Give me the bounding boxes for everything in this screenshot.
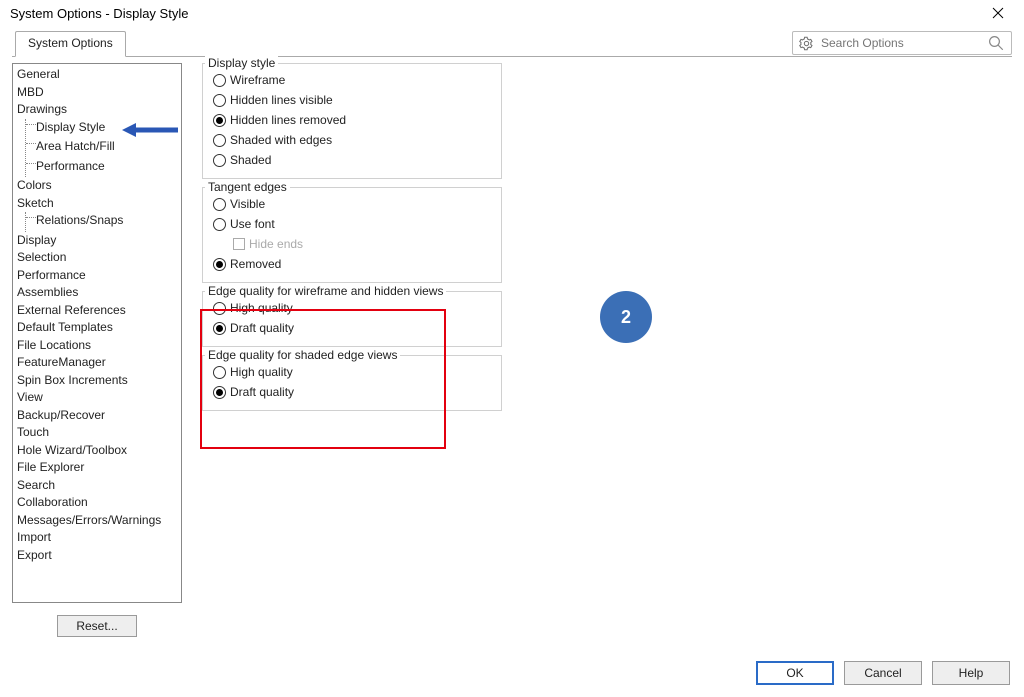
- reset-button[interactable]: Reset...: [57, 615, 137, 637]
- label-hide-ends: Hide ends: [249, 237, 303, 251]
- nav-file-locations[interactable]: File Locations: [17, 337, 179, 355]
- nav-mbd[interactable]: MBD: [17, 84, 179, 102]
- label-wire-high: High quality: [230, 301, 293, 315]
- cancel-button[interactable]: Cancel: [844, 661, 922, 685]
- radio-wire-high[interactable]: [213, 302, 226, 315]
- label-shaded-draft: Draft quality: [230, 385, 294, 399]
- label-shaded-high: High quality: [230, 365, 293, 379]
- nav-backup-recover[interactable]: Backup/Recover: [17, 407, 179, 425]
- search-options-field[interactable]: [792, 31, 1012, 55]
- label-hidden-removed: Hidden lines removed: [230, 113, 346, 127]
- group-edge-quality-shaded: Edge quality for shaded edge views High …: [202, 355, 502, 411]
- nav-performance[interactable]: Performance: [17, 267, 179, 285]
- nav-selection[interactable]: Selection: [17, 249, 179, 267]
- radio-shaded[interactable]: [213, 154, 226, 167]
- nav-spin-box[interactable]: Spin Box Increments: [17, 372, 179, 390]
- radio-tangent-removed[interactable]: [213, 258, 226, 271]
- radio-hidden-removed[interactable]: [213, 114, 226, 127]
- nav-drawings-display-style[interactable]: Display Style: [26, 119, 179, 139]
- options-nav-tree[interactable]: General MBD Drawings Display Style Area …: [12, 63, 182, 603]
- label-hidden-visible: Hidden lines visible: [230, 93, 333, 107]
- search-icon[interactable]: [987, 34, 1005, 52]
- radio-wire-draft[interactable]: [213, 322, 226, 335]
- help-button[interactable]: Help: [932, 661, 1010, 685]
- label-wire-draft: Draft quality: [230, 321, 294, 335]
- group-display-style-title: Display style: [205, 56, 278, 70]
- label-shaded-edges: Shaded with edges: [230, 133, 332, 147]
- nav-file-explorer[interactable]: File Explorer: [17, 459, 179, 477]
- nav-export[interactable]: Export: [17, 547, 179, 565]
- close-button[interactable]: [978, 0, 1018, 26]
- nav-messages[interactable]: Messages/Errors/Warnings: [17, 512, 179, 530]
- radio-tangent-visible[interactable]: [213, 198, 226, 211]
- nav-external-references[interactable]: External References: [17, 302, 179, 320]
- nav-drawings-area-hatch[interactable]: Area Hatch/Fill: [26, 138, 179, 158]
- search-input[interactable]: [819, 35, 987, 51]
- nav-colors[interactable]: Colors: [17, 177, 179, 195]
- nav-drawings-performance[interactable]: Performance: [26, 158, 179, 178]
- nav-sketch[interactable]: Sketch: [17, 195, 179, 213]
- radio-hidden-visible[interactable]: [213, 94, 226, 107]
- tab-system-options[interactable]: System Options: [15, 31, 126, 57]
- nav-featuremanager[interactable]: FeatureManager: [17, 354, 179, 372]
- label-tangent-use-font: Use font: [230, 217, 275, 231]
- group-tangent-edges-title: Tangent edges: [205, 180, 290, 194]
- close-icon: [992, 7, 1004, 19]
- radio-shaded-draft[interactable]: [213, 386, 226, 399]
- group-tangent-edges: Tangent edges Visible Use font Hide ends…: [202, 187, 502, 283]
- radio-shaded-edges[interactable]: [213, 134, 226, 147]
- nav-collaboration[interactable]: Collaboration: [17, 494, 179, 512]
- group-edge-quality-wireframe: Edge quality for wireframe and hidden vi…: [202, 291, 502, 347]
- nav-hole-wizard[interactable]: Hole Wizard/Toolbox: [17, 442, 179, 460]
- label-wireframe: Wireframe: [230, 73, 285, 87]
- nav-default-templates[interactable]: Default Templates: [17, 319, 179, 337]
- check-hide-ends: [233, 238, 245, 250]
- label-tangent-removed: Removed: [230, 257, 281, 271]
- radio-tangent-use-font[interactable]: [213, 218, 226, 231]
- nav-touch[interactable]: Touch: [17, 424, 179, 442]
- label-tangent-visible: Visible: [230, 197, 265, 211]
- nav-assemblies[interactable]: Assemblies: [17, 284, 179, 302]
- nav-general[interactable]: General: [17, 66, 179, 84]
- nav-search[interactable]: Search: [17, 477, 179, 495]
- ok-button[interactable]: OK: [756, 661, 834, 685]
- radio-wireframe[interactable]: [213, 74, 226, 87]
- nav-view[interactable]: View: [17, 389, 179, 407]
- gear-icon[interactable]: [799, 36, 814, 51]
- nav-drawings[interactable]: Drawings: [17, 101, 179, 119]
- window-title: System Options - Display Style: [10, 6, 188, 21]
- nav-sketch-relations-snaps[interactable]: Relations/Snaps: [26, 212, 179, 232]
- nav-display[interactable]: Display: [17, 232, 179, 250]
- radio-shaded-high[interactable]: [213, 366, 226, 379]
- nav-import[interactable]: Import: [17, 529, 179, 547]
- group-edge-quality-wireframe-title: Edge quality for wireframe and hidden vi…: [205, 284, 446, 298]
- group-display-style: Display style Wireframe Hidden lines vis…: [202, 63, 502, 179]
- group-edge-quality-shaded-title: Edge quality for shaded edge views: [205, 348, 400, 362]
- label-shaded: Shaded: [230, 153, 271, 167]
